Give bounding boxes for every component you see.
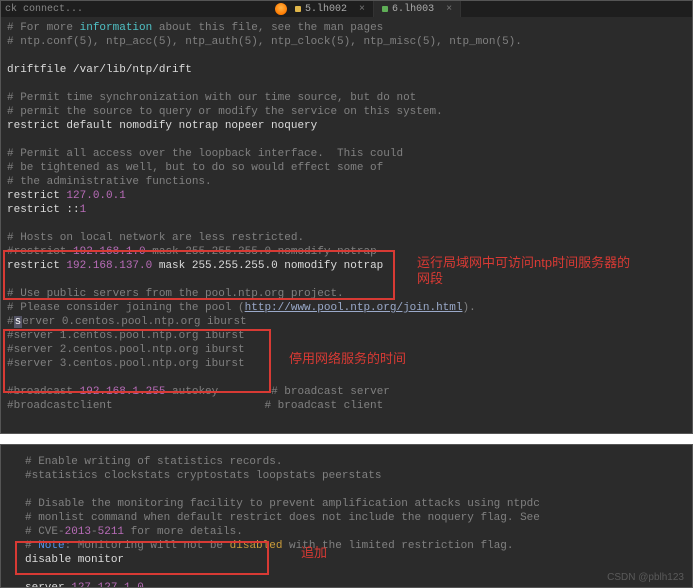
editor-content-bottom[interactable]: # Enable writing of statistics records. … bbox=[19, 451, 692, 588]
bullet-icon bbox=[382, 6, 388, 12]
terminal-pane-top: ck connect... 5. lh002 × 6. lh003 × # Fo… bbox=[0, 0, 693, 434]
tab-index: 5. bbox=[305, 4, 317, 15]
bullet-icon bbox=[295, 6, 301, 12]
tab-index: 6. bbox=[392, 4, 404, 15]
tab-lh003[interactable]: 6. lh003 × bbox=[374, 1, 461, 17]
connect-hint: ck connect... bbox=[1, 4, 275, 15]
terminal-pane-bottom: # Enable writing of statistics records. … bbox=[0, 444, 693, 588]
tab-bar: ck connect... 5. lh002 × 6. lh003 × bbox=[1, 1, 692, 17]
annotation-text-disable-servers: 停用网络服务的时间 bbox=[289, 351, 406, 367]
tab-label: lh002 bbox=[317, 4, 347, 15]
close-icon[interactable]: × bbox=[359, 4, 365, 15]
watermark: CSDN @pblh123 bbox=[607, 572, 684, 583]
tab-lh002[interactable]: 5. lh002 × bbox=[287, 1, 374, 17]
firefox-icon[interactable] bbox=[275, 3, 287, 15]
pane-gap bbox=[0, 434, 693, 444]
annotation-text-ntp-segment: 运行局域网中可访问ntp时间服务器的 网段 bbox=[417, 255, 667, 287]
tab-label: lh003 bbox=[404, 4, 434, 15]
close-icon[interactable]: × bbox=[446, 4, 452, 15]
annotation-text-append: 追加 bbox=[301, 545, 327, 561]
